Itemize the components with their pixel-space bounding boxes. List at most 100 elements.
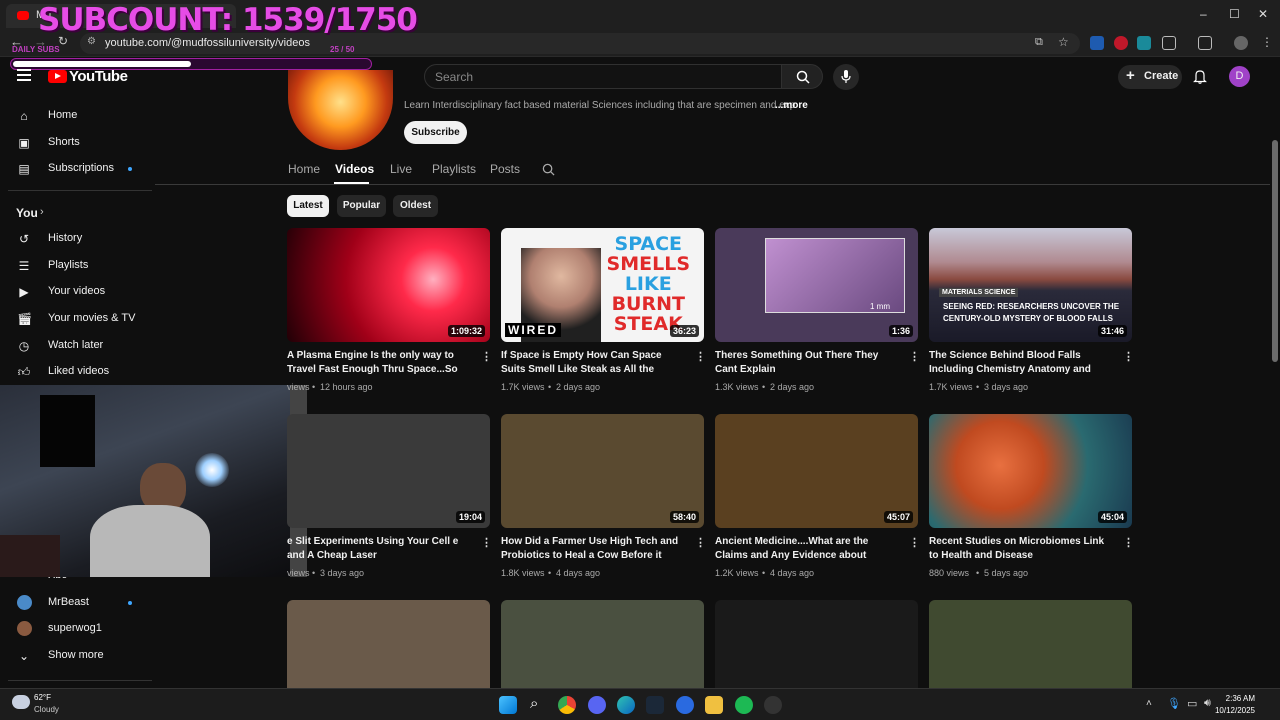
sidebar-item-shorts[interactable]: ▣ Shorts [0, 130, 150, 156]
minimize-button[interactable]: – [1200, 7, 1207, 21]
video-title[interactable]: A Plasma Engine Is the only way to Trave… [287, 349, 472, 376]
sidebar-item-playlists[interactable]: ☰ Playlists [0, 253, 150, 279]
tab-videos[interactable]: Videos [335, 162, 374, 176]
spotify-icon[interactable] [735, 696, 753, 714]
video-title[interactable]: e Slit Experiments Using Your Cell e and… [287, 535, 472, 562]
sidebar-item-watch-later[interactable]: ◷ Watch later [0, 333, 150, 359]
video-title[interactable]: If Space is Empty How Can Space Suits Sm… [501, 349, 686, 376]
chip-latest[interactable]: Latest [287, 195, 329, 217]
discord-icon[interactable] [588, 696, 606, 714]
video-thumbnail[interactable]: 45:07 [715, 414, 918, 528]
chrome-icon[interactable] [558, 696, 576, 714]
edge-icon[interactable] [617, 696, 635, 714]
sidebar-sub-superwog1[interactable]: superwog1 [0, 616, 150, 642]
video-title[interactable]: The Science Behind Blood Falls Including… [929, 349, 1114, 376]
sidebar-divider [8, 190, 152, 191]
voice-search-button[interactable] [833, 64, 859, 90]
video-thumbnail[interactable]: SPACE SMELLS LIKE BURNT STEAK WIRED 36:23 [501, 228, 704, 342]
sidebar-item-history[interactable]: ↺ History [0, 226, 150, 252]
video-thumbnail[interactable]: MATERIALS SCIENCE SEEING RED: RESEARCHERS… [929, 228, 1132, 342]
network-icon[interactable]: ▭ [1187, 697, 1197, 710]
tray-chevron-icon[interactable]: ˄ [1146, 698, 1152, 709]
chip-popular[interactable]: Popular [337, 195, 386, 217]
search-input[interactable]: Search [424, 64, 782, 89]
video-title[interactable]: Ancient Medicine....What are the Claims … [715, 535, 900, 562]
close-window-button[interactable]: ✕ [1258, 7, 1268, 21]
video-menu-icon[interactable]: ⋮ [695, 350, 706, 363]
video-views: views [287, 568, 310, 578]
video-thumbnail[interactable]: 58:40 [501, 414, 704, 528]
file-explorer-icon[interactable] [705, 696, 723, 714]
sidebar-you-header[interactable]: You › [0, 200, 150, 226]
extension-icon[interactable] [1090, 36, 1104, 50]
bookmark-star-icon[interactable]: ☆ [1058, 35, 1069, 49]
extension-icon[interactable] [1114, 36, 1128, 50]
you-label: You [16, 206, 38, 220]
sidebar-item-your-videos[interactable]: ▶ Your videos [0, 279, 150, 305]
sidebar-item-subscriptions[interactable]: ▤ Subscriptions [0, 156, 150, 182]
sidebar-sub-mrbeast[interactable]: MrBeast [0, 590, 150, 616]
meta-separator: • [548, 568, 552, 578]
video-thumbnail[interactable]: 45:04 [929, 414, 1132, 528]
extension-icon[interactable] [1137, 36, 1151, 50]
account-avatar[interactable]: D [1229, 66, 1250, 87]
profile-icon[interactable] [1234, 36, 1248, 50]
sidebar-item-liked-videos[interactable]: 👍︎ Liked videos [0, 359, 150, 385]
video-title[interactable]: Recent Studies on Microbiomes Link to He… [929, 535, 1114, 562]
video-menu-icon[interactable]: ⋮ [481, 350, 492, 363]
video-menu-icon[interactable]: ⋮ [909, 350, 920, 363]
mic-tray-icon[interactable]: 🎙︎ [1167, 697, 1181, 710]
obs-icon[interactable] [764, 696, 782, 714]
cloud-weather-icon[interactable] [12, 695, 30, 709]
sidebar-item-home[interactable]: ⌂ Home [0, 103, 150, 129]
search-taskbar-icon[interactable]: ⌕ [530, 695, 538, 712]
page-scrollbar-thumb[interactable] [1272, 140, 1278, 362]
tab-live[interactable]: Live [390, 162, 412, 176]
maximize-button[interactable]: ☐ [1229, 7, 1240, 21]
side-panel-icon[interactable] [1198, 36, 1212, 50]
video-thumbnail[interactable]: 1 mm 1:36 [715, 228, 918, 342]
notifications-bell-icon[interactable] [1193, 69, 1207, 84]
search-button[interactable] [781, 64, 823, 89]
extensions-puzzle-icon[interactable] [1162, 36, 1176, 50]
tab-home[interactable]: Home [288, 162, 320, 176]
movies-icon: 🎬︎ [17, 312, 33, 326]
youtube-logo-icon[interactable] [48, 70, 67, 83]
video-menu-icon[interactable]: ⋮ [481, 536, 492, 549]
chip-oldest[interactable]: Oldest [393, 195, 438, 217]
sidebar-item-movies[interactable]: 🎬︎ Your movies & TV [0, 306, 150, 332]
meta-separator: • [976, 568, 980, 578]
video-title[interactable]: How Did a Farmer Use High Tech and Probi… [501, 535, 686, 562]
video-thumbnail[interactable]: 1:09:32 [287, 228, 490, 342]
hamburger-menu-icon[interactable] [17, 69, 31, 81]
video-thumbnail[interactable]: 19:04 [287, 414, 490, 528]
tab-playlists[interactable]: Playlists [432, 162, 476, 176]
channel-avatar[interactable] [288, 70, 393, 150]
video-menu-icon[interactable]: ⋮ [909, 536, 920, 549]
volume-icon[interactable]: 🔊︎ [1204, 697, 1211, 710]
youtube-logo-text[interactable]: YouTube [69, 68, 128, 85]
sidebar-item-label: MrBeast [48, 596, 89, 608]
weather-temp: 62°F [34, 693, 51, 702]
description-more-link[interactable]: ...more [775, 100, 808, 111]
thumb-text: LIKE [624, 273, 672, 295]
video-menu-icon[interactable]: ⋮ [1123, 350, 1134, 363]
meta-separator: • [762, 382, 766, 392]
install-app-icon[interactable]: ⧉ [1035, 36, 1043, 49]
subscribe-button[interactable]: Subscribe [404, 121, 467, 144]
steam-icon[interactable] [646, 696, 664, 714]
app-icon[interactable] [676, 696, 694, 714]
system-clock[interactable]: 2:36 AM 10/12/2025 [1215, 693, 1255, 717]
thumb-text: SEEING RED: RESEARCHERS UNCOVER THE [943, 302, 1120, 311]
tab-posts[interactable]: Posts [490, 162, 520, 176]
browser-menu-icon[interactable]: ⋮ [1261, 35, 1273, 49]
video-menu-icon[interactable]: ⋮ [1123, 536, 1134, 549]
windows-start-icon[interactable] [499, 696, 517, 714]
video-title[interactable]: Theres Something Out There They Cant Exp… [715, 349, 900, 376]
create-button[interactable]: + Create [1118, 65, 1182, 89]
meta-separator: • [548, 382, 552, 392]
sidebar-show-more[interactable]: ⌄ Show more [0, 643, 150, 669]
channel-search-icon[interactable] [542, 163, 555, 176]
plus-icon: + [1126, 67, 1135, 84]
video-menu-icon[interactable]: ⋮ [695, 536, 706, 549]
